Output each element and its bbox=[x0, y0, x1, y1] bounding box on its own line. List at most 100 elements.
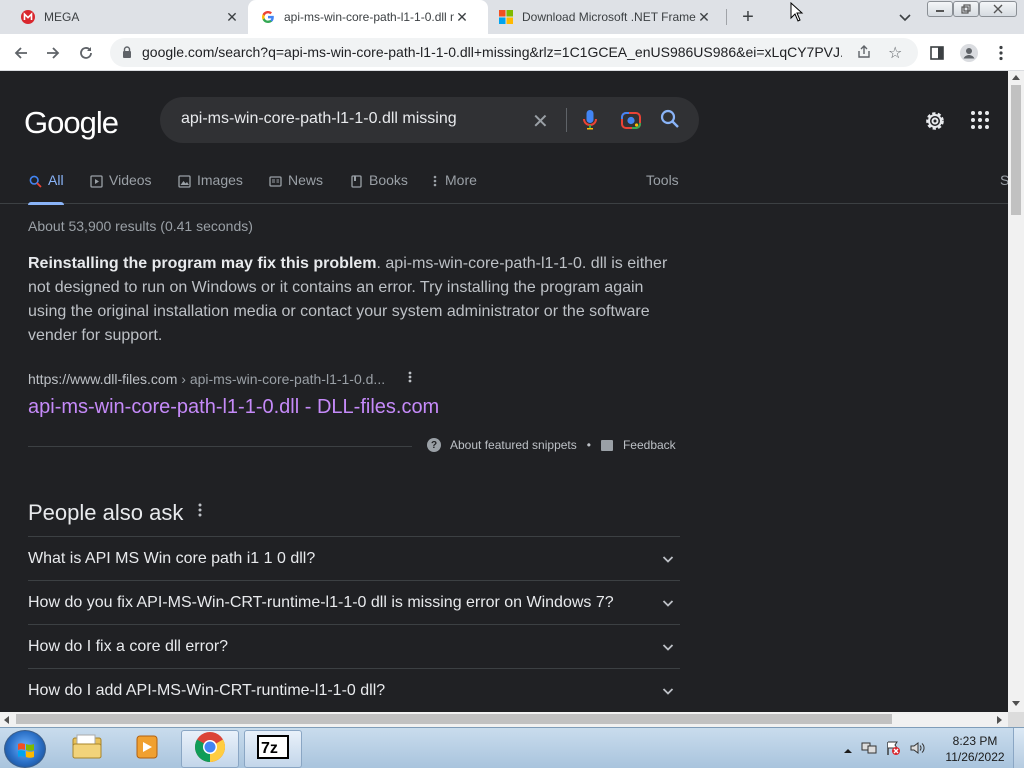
google-lens-icon[interactable] bbox=[620, 109, 642, 136]
forward-button[interactable] bbox=[42, 42, 64, 64]
network-icon[interactable] bbox=[861, 740, 877, 761]
restore-button[interactable] bbox=[953, 1, 979, 17]
chevron-down-icon[interactable] bbox=[662, 684, 674, 696]
source-domain: https://www.dll-files.com bbox=[28, 371, 178, 387]
bookmark-star-icon[interactable]: ☆ bbox=[888, 43, 902, 63]
close-tab-icon[interactable]: ✕ bbox=[454, 9, 470, 25]
settings-gear-icon[interactable] bbox=[922, 108, 948, 139]
tab-news[interactable]: News bbox=[268, 168, 323, 204]
microphone-icon[interactable] bbox=[580, 108, 600, 137]
scroll-left-arrow-icon[interactable] bbox=[4, 716, 9, 724]
search-icon[interactable] bbox=[660, 109, 680, 134]
paa-options-icon[interactable] bbox=[194, 503, 206, 522]
scroll-right-arrow-icon[interactable] bbox=[997, 716, 1002, 724]
tab-label: All bbox=[48, 172, 64, 188]
taskbar-7zip[interactable]: 7z bbox=[244, 730, 302, 768]
scroll-up-arrow-icon[interactable] bbox=[1012, 75, 1020, 80]
close-tab-icon[interactable]: ✕ bbox=[224, 9, 240, 25]
safesearch-truncated-label[interactable]: S bbox=[1000, 172, 1008, 188]
volume-icon[interactable] bbox=[909, 740, 925, 761]
svg-text:7z: 7z bbox=[261, 740, 278, 757]
news-icon bbox=[268, 174, 282, 188]
reload-button[interactable] bbox=[75, 42, 97, 64]
people-also-ask-list: What is API MS Win core path i1 1 0 dll?… bbox=[28, 536, 680, 712]
share-icon[interactable] bbox=[856, 44, 872, 65]
tab-mega[interactable]: MEGA ✕ bbox=[0, 0, 248, 34]
back-button[interactable] bbox=[10, 42, 32, 64]
paa-question-text: How do I fix a core dll error? bbox=[28, 637, 229, 655]
tab-books[interactable]: Books bbox=[349, 168, 408, 204]
url-text[interactable]: google.com/search?q=api-ms-win-core-path… bbox=[142, 44, 842, 60]
taskbar-media-player[interactable] bbox=[118, 730, 176, 768]
horizontal-scrollbar[interactable] bbox=[0, 712, 1008, 727]
paa-question[interactable]: How do you fix API-MS-Win-CRT-runtime-l1… bbox=[28, 580, 680, 624]
system-tray bbox=[843, 740, 925, 761]
mouse-cursor-icon bbox=[790, 1, 804, 27]
more-vertical-icon bbox=[431, 174, 439, 188]
result-options-icon[interactable] bbox=[404, 370, 416, 386]
show-hidden-icons-icon[interactable] bbox=[843, 742, 853, 760]
google-logo[interactable]: Google bbox=[24, 105, 119, 141]
about-featured-snippets-link[interactable]: About featured snippets bbox=[450, 438, 577, 452]
start-button[interactable] bbox=[4, 730, 46, 768]
tab-title: Download Microsoft .NET Framework bbox=[522, 10, 696, 24]
search-nav-tabs: All Videos Images News Books More Tools … bbox=[0, 168, 1008, 205]
new-tab-button[interactable]: + bbox=[737, 6, 759, 28]
media-player-icon bbox=[132, 732, 162, 767]
tab-dotnet[interactable]: Download Microsoft .NET Framework ✕ bbox=[488, 0, 726, 34]
tab-label: Images bbox=[197, 172, 243, 188]
scroll-down-arrow-icon[interactable] bbox=[1012, 701, 1020, 706]
paa-question-text: How do I add API-MS-Win-CRT-runtime-l1-1… bbox=[28, 681, 386, 699]
tab-search-chevron-icon[interactable] bbox=[896, 8, 914, 26]
taskbar-explorer[interactable] bbox=[58, 730, 116, 768]
tools-button[interactable]: Tools bbox=[646, 172, 679, 188]
tab-label: Books bbox=[369, 172, 408, 188]
feedback-link[interactable]: Feedback bbox=[623, 438, 676, 452]
chevron-down-icon[interactable] bbox=[662, 640, 674, 652]
clock-time: 8:23 PM bbox=[952, 734, 998, 748]
snippet-footer: ? About featured snippets • Feedback bbox=[427, 438, 676, 452]
tab-strip: MEGA ✕ api-ms-win-core-path-l1-1-0.dll m… bbox=[0, 0, 1024, 34]
chevron-down-icon[interactable] bbox=[662, 552, 674, 564]
horizontal-scroll-thumb[interactable] bbox=[16, 714, 892, 724]
chevron-down-icon[interactable] bbox=[662, 596, 674, 608]
search-box[interactable]: api-ms-win-core-path-l1-1-0.dll missing … bbox=[160, 97, 699, 143]
action-center-warning-icon[interactable] bbox=[885, 740, 901, 761]
search-input[interactable]: api-ms-win-core-path-l1-1-0.dll missing bbox=[181, 110, 457, 128]
google-apps-grid-icon[interactable] bbox=[970, 110, 990, 135]
google-g-icon bbox=[260, 9, 276, 25]
tab-label: News bbox=[288, 172, 324, 188]
lock-icon[interactable] bbox=[120, 45, 134, 59]
taskbar-clock[interactable]: 8:23 PM 11/26/2022 bbox=[940, 733, 1010, 765]
clear-search-icon[interactable]: ✕ bbox=[532, 109, 549, 134]
help-circle-icon[interactable]: ? bbox=[427, 438, 441, 452]
result-source-url[interactable]: https://www.dll-files.com › api-ms-win-c… bbox=[28, 371, 385, 387]
taskbar-chrome[interactable] bbox=[181, 730, 239, 768]
address-bar[interactable]: google.com/search?q=api-ms-win-core-path… bbox=[110, 38, 918, 67]
featured-snippet-text: Reinstalling the program may fix this pr… bbox=[28, 252, 678, 348]
paa-question[interactable]: How do I add API-MS-Win-CRT-runtime-l1-1… bbox=[28, 668, 680, 712]
close-tab-icon[interactable]: ✕ bbox=[696, 9, 712, 25]
tab-separator bbox=[726, 9, 727, 25]
paa-question[interactable]: How do I fix a core dll error? bbox=[28, 624, 680, 668]
vertical-scroll-thumb[interactable] bbox=[1011, 85, 1021, 215]
profile-avatar-icon[interactable] bbox=[958, 42, 980, 64]
paa-question[interactable]: What is API MS Win core path i1 1 0 dll? bbox=[28, 536, 680, 580]
tab-images[interactable]: Images bbox=[177, 168, 243, 204]
show-desktop-button[interactable] bbox=[1013, 728, 1024, 768]
snippet-highlight: Reinstalling the program may fix this pr… bbox=[28, 255, 377, 272]
clock-date: 11/26/2022 bbox=[945, 750, 1005, 764]
minimize-button[interactable] bbox=[927, 1, 953, 17]
tab-all[interactable]: All bbox=[28, 168, 64, 205]
result-title-link[interactable]: api-ms-win-core-path-l1-1-0.dll - DLL-fi… bbox=[28, 396, 439, 419]
vertical-scrollbar[interactable] bbox=[1008, 71, 1024, 712]
close-window-button[interactable] bbox=[979, 1, 1017, 17]
tab-videos[interactable]: Videos bbox=[89, 168, 152, 204]
feedback-icon[interactable] bbox=[600, 439, 613, 451]
7zip-icon: 7z bbox=[257, 734, 289, 764]
tab-google-search[interactable]: api-ms-win-core-path-l1-1-0.dll missing … bbox=[248, 0, 488, 34]
tab-more[interactable]: More bbox=[431, 168, 477, 204]
chrome-menu-icon[interactable] bbox=[990, 42, 1012, 64]
result-stats: About 53,900 results (0.41 seconds) bbox=[28, 218, 253, 234]
side-panel-icon[interactable] bbox=[926, 42, 948, 64]
